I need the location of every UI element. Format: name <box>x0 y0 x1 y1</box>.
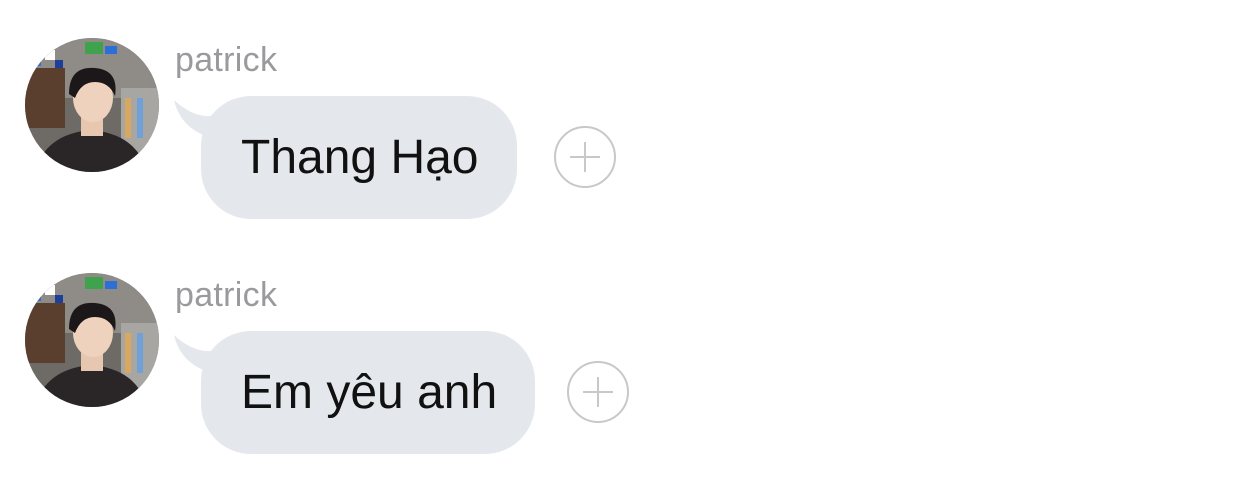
avatar[interactable] <box>25 38 159 172</box>
sender-name: patrick <box>175 276 278 314</box>
add-reaction-icon[interactable] <box>554 126 616 188</box>
sender-name: patrick <box>175 41 278 79</box>
message-bubble[interactable]: Em yêu anh <box>201 331 536 454</box>
avatar-photo <box>25 273 159 407</box>
add-reaction-icon[interactable] <box>567 361 629 423</box>
message-row: patrick Em yêu anh <box>0 235 1242 454</box>
message-bubble[interactable]: Thang Hạo <box>201 96 517 219</box>
avatar[interactable] <box>25 273 159 407</box>
avatar-photo <box>25 38 159 172</box>
message-row: patrick Thang Hạo <box>0 0 1242 219</box>
